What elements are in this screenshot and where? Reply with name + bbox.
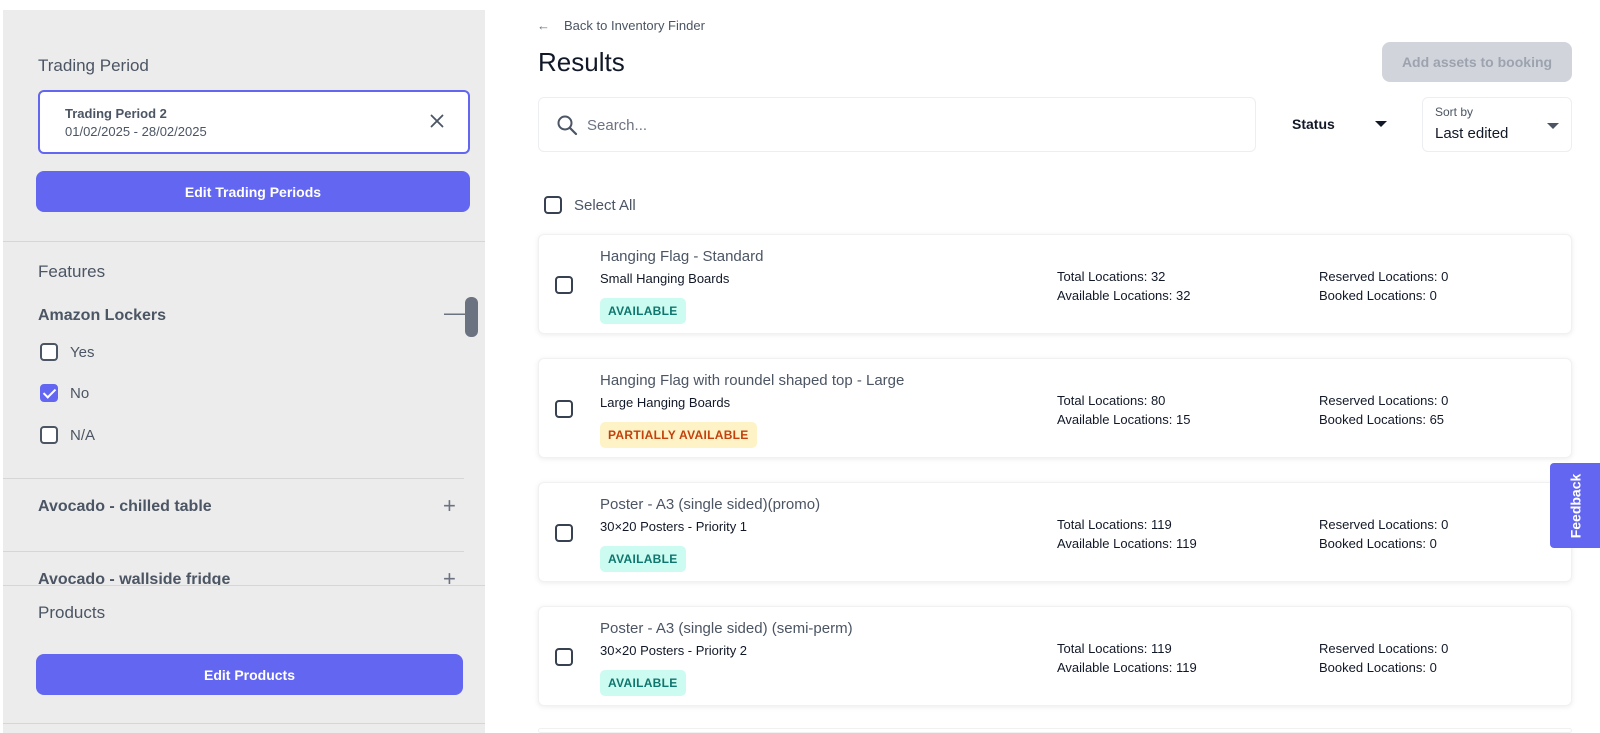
trading-period-heading: Trading Period	[38, 56, 149, 75]
page-title: Results	[538, 47, 625, 77]
checkbox-na[interactable]	[40, 426, 58, 444]
location-totals: Total Locations: 80 Available Locations:…	[1057, 391, 1190, 429]
option-na[interactable]: N/A	[40, 426, 95, 444]
edit-trading-periods-button[interactable]: Edit Trading Periods	[36, 171, 470, 212]
available-locations: Available Locations: 119	[1057, 536, 1197, 551]
location-totals: Total Locations: 32 Available Locations:…	[1057, 267, 1190, 305]
reserved-locations: Reserved Locations: 0	[1319, 393, 1449, 408]
products-heading: Products	[38, 603, 106, 622]
back-link[interactable]: ← Back to Inventory Finder	[537, 18, 705, 33]
reserved-locations: Reserved Locations: 0	[1319, 641, 1449, 656]
result-title: Hanging Flag with roundel shaped top - L…	[600, 372, 905, 389]
result-checkbox[interactable]	[555, 400, 573, 418]
edit-products-button[interactable]: Edit Products	[36, 654, 463, 695]
status-badge: AVAILABLE	[600, 670, 686, 696]
chevron-down-icon	[1374, 121, 1387, 127]
products-section: Products Edit Products	[3, 585, 485, 733]
option-yes[interactable]: Yes	[40, 343, 94, 361]
add-assets-button[interactable]: Add assets to booking	[1382, 42, 1572, 82]
booked-locations: Booked Locations: 0	[1319, 288, 1437, 303]
total-locations: Total Locations: 119	[1057, 641, 1172, 656]
sort-by-label: Sort by	[1435, 105, 1474, 119]
search-box	[538, 97, 1256, 152]
arrow-left-icon: ←	[537, 18, 550, 33]
checkbox-no[interactable]	[40, 384, 58, 402]
available-locations: Available Locations: 32	[1057, 288, 1191, 303]
reserved-locations: Reserved Locations: 0	[1319, 269, 1449, 284]
total-locations: Total Locations: 32	[1057, 269, 1166, 284]
reserved-locations: Reserved Locations: 0	[1319, 517, 1449, 532]
location-bookings: Reserved Locations: 0 Booked Locations: …	[1319, 391, 1448, 429]
trading-period-name: Trading Period 2	[65, 106, 167, 121]
filter-sidebar: Trading Period Trading Period 2 01/02/20…	[3, 10, 485, 733]
option-no[interactable]: No	[40, 384, 89, 402]
collapse-icon[interactable]: —	[444, 302, 466, 324]
feedback-tab[interactable]: Feedback	[1550, 463, 1600, 548]
trading-period-selector[interactable]: Trading Period 2 01/02/2025 - 28/02/2025	[38, 90, 470, 154]
result-subtitle: Large Hanging Boards	[600, 395, 731, 410]
location-bookings: Reserved Locations: 0 Booked Locations: …	[1319, 639, 1448, 677]
result-subtitle: 30×20 Posters - Priority 1	[600, 519, 748, 534]
features-heading: Features	[38, 262, 106, 281]
result-card[interactable]: Hanging Flag - Standard Small Hanging Bo…	[538, 234, 1572, 334]
total-locations: Total Locations: 119	[1057, 517, 1172, 532]
result-card	[538, 728, 1572, 733]
divider	[3, 551, 464, 552]
feedback-label: Feedback	[1567, 473, 1583, 538]
result-title: Poster - A3 (single sided)(promo)	[600, 496, 821, 513]
status-badge: AVAILABLE	[600, 546, 686, 572]
select-all-label: Select All	[574, 196, 636, 214]
location-totals: Total Locations: 119 Available Locations…	[1057, 515, 1197, 553]
result-checkbox[interactable]	[555, 524, 573, 542]
status-badge: AVAILABLE	[600, 298, 686, 324]
location-bookings: Reserved Locations: 0 Booked Locations: …	[1319, 515, 1448, 553]
expand-icon[interactable]: +	[443, 495, 456, 517]
status-filter-dropdown[interactable]: Status	[1276, 106, 1406, 142]
sort-by-select[interactable]: Sort by Last edited	[1422, 97, 1572, 152]
result-card[interactable]: Hanging Flag with roundel shaped top - L…	[538, 358, 1572, 458]
checkbox-yes[interactable]	[40, 343, 58, 361]
chevron-down-icon	[1547, 123, 1559, 129]
status-badge: PARTIALLY AVAILABLE	[600, 422, 757, 448]
result-title: Poster - A3 (single sided) (semi-perm)	[600, 620, 853, 637]
option-label: N/A	[70, 426, 96, 444]
scrollbar-thumb[interactable]	[465, 297, 478, 337]
available-locations: Available Locations: 15	[1057, 412, 1191, 427]
search-input[interactable]	[587, 112, 1227, 138]
select-all-checkbox[interactable]	[544, 196, 562, 214]
trading-period-range: 01/02/2025 - 28/02/2025	[65, 124, 207, 139]
location-totals: Total Locations: 119 Available Locations…	[1057, 639, 1197, 677]
result-subtitle: Small Hanging Boards	[600, 271, 730, 286]
result-checkbox[interactable]	[555, 276, 573, 294]
result-subtitle: 30×20 Posters - Priority 2	[600, 643, 748, 658]
status-filter-label: Status	[1292, 116, 1335, 132]
option-label: No	[70, 384, 90, 402]
search-icon	[557, 115, 578, 136]
location-bookings: Reserved Locations: 0 Booked Locations: …	[1319, 267, 1448, 305]
booked-locations: Booked Locations: 65	[1319, 412, 1445, 427]
select-all[interactable]: Select All	[544, 196, 636, 214]
available-locations: Available Locations: 119	[1057, 660, 1197, 675]
back-link-label: Back to Inventory Finder	[564, 18, 705, 33]
sort-by-value: Last edited	[1435, 125, 1509, 142]
divider	[3, 478, 464, 479]
feature-group-avocado-chilled-table[interactable]: Avocado - chilled table	[38, 498, 212, 516]
option-label: Yes	[70, 343, 95, 361]
total-locations: Total Locations: 80	[1057, 393, 1166, 408]
feature-group-amazon-lockers[interactable]: Amazon Lockers	[38, 307, 166, 325]
result-title: Hanging Flag - Standard	[600, 248, 764, 265]
divider	[3, 723, 485, 724]
booked-locations: Booked Locations: 0	[1319, 660, 1437, 675]
result-card[interactable]: Poster - A3 (single sided) (semi-perm) 3…	[538, 606, 1572, 706]
result-checkbox[interactable]	[555, 648, 573, 666]
divider	[3, 241, 485, 242]
booked-locations: Booked Locations: 0	[1319, 536, 1437, 551]
close-icon[interactable]	[426, 110, 448, 132]
result-card[interactable]: Poster - A3 (single sided)(promo) 30×20 …	[538, 482, 1572, 582]
